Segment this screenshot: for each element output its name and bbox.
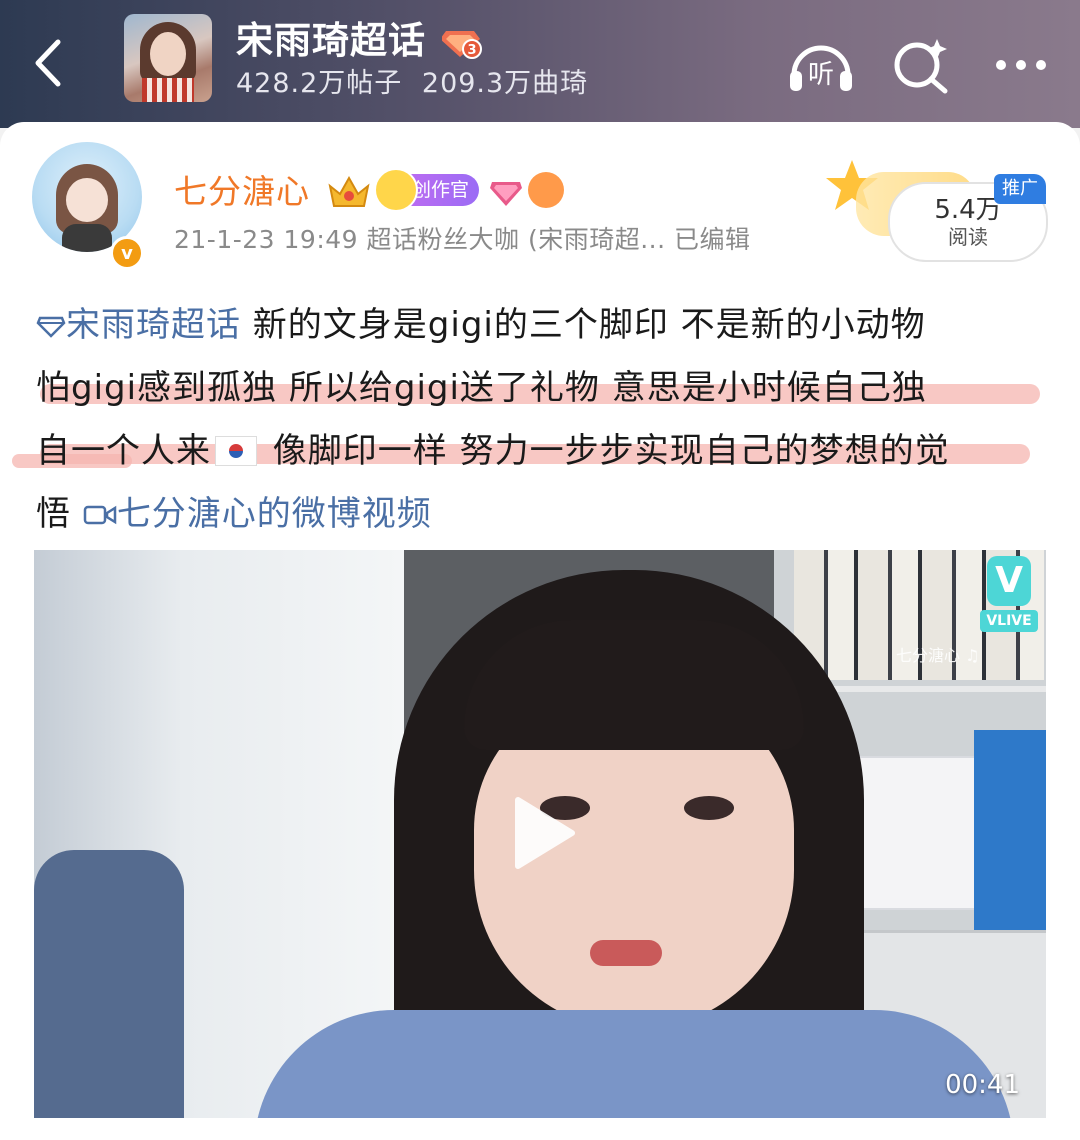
read-label: 阅读 [948, 225, 988, 249]
topic-title[interactable]: 宋雨琦超话 [236, 16, 426, 66]
search-button[interactable] [886, 30, 956, 100]
video-duration: 00:41 [945, 1070, 1020, 1100]
read-count: 5.4万 [934, 195, 1002, 225]
level-badge-icon: 3 [442, 31, 482, 59]
promo-widget[interactable]: 5.4万 阅读 推广 [822, 146, 1048, 262]
post-text: 宋雨琦超话 新的文身是gigi的三个脚印 不是新的小动物 怕gigi感到孤独 所… [36, 294, 1046, 546]
post-count: 428.2万帖子 [236, 68, 403, 99]
more-button[interactable] [986, 30, 1056, 100]
back-button[interactable] [22, 28, 72, 98]
diamond-icon [36, 316, 66, 338]
diamond-fan-badge-icon [490, 182, 522, 206]
fan-level-badge-icon [528, 172, 564, 208]
follower-count: 209.3万曲琦 [421, 68, 589, 99]
vlive-v-icon: V [987, 556, 1031, 606]
creator-badge[interactable]: 创作官 [374, 168, 480, 212]
post-line-3: 自一个人来 像脚印一样 努力一步步实现自己的梦想的觉 [36, 431, 950, 471]
username[interactable]: 七分溏心 [174, 168, 310, 216]
post-line-1: 宋雨琦超话 新的文身是gigi的三个脚印 不是新的小动物 [36, 294, 1046, 357]
vlive-logo: V VLIVE [980, 556, 1038, 646]
post-line-2: 怕gigi感到孤独 所以给gigi送了礼物 意思是小时候自己独 [36, 368, 927, 408]
post-card: v 七分溏心 创作官 21-1-23 19:49 超话粉丝大咖 (宋雨琦超...… [0, 122, 1080, 1140]
topic-stats: 428.2万帖子 209.3万曲琦 [236, 64, 588, 104]
promoted-tag: 推广 [994, 174, 1046, 204]
back-icon [35, 39, 61, 87]
verified-badge-icon: v [110, 236, 144, 270]
svg-text:听: 听 [808, 60, 834, 90]
post-line-4: 悟 七分溏心的微博视频 [36, 494, 432, 534]
more-icon [996, 60, 1046, 70]
video-link[interactable]: 七分溏心的微博视频 [83, 494, 432, 534]
topic-link[interactable]: 宋雨琦超话 [36, 305, 241, 345]
listen-button[interactable]: 听 [786, 30, 856, 100]
user-avatar[interactable]: v [32, 138, 144, 270]
creator-badge-icon [374, 168, 418, 212]
crown-badge-icon [328, 175, 370, 207]
video-watermark: 七分溏心 ♫ [896, 646, 980, 665]
headphones-icon: 听 [790, 45, 852, 91]
korea-flag-icon [215, 436, 257, 466]
video-camera-icon [83, 505, 117, 525]
topic-cover-image[interactable] [124, 14, 212, 102]
search-sparkle-icon [894, 39, 948, 94]
video-player[interactable]: V VLIVE 七分溏心 ♫ 00:41 [34, 550, 1046, 1118]
supertopic-header: 宋雨琦超话 3 428.2万帖子 209.3万曲琦 听 [0, 0, 1080, 128]
play-icon[interactable] [512, 796, 576, 870]
post-meta: 21-1-23 19:49 超话粉丝大咖 (宋雨琦超... 已编辑 [174, 225, 751, 254]
svg-text:3: 3 [467, 43, 476, 58]
